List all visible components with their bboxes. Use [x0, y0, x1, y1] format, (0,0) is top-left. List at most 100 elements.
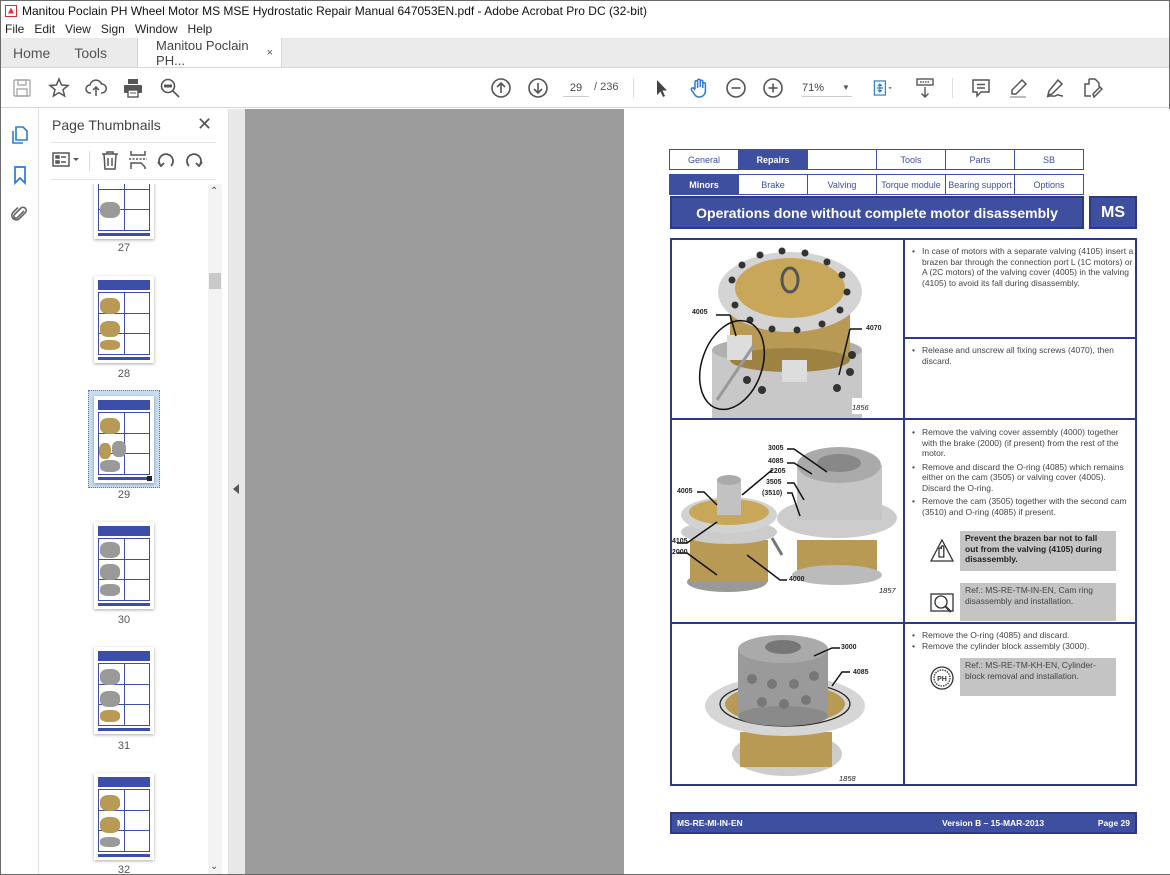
toolbar-divider — [633, 78, 634, 98]
menu-view[interactable]: View — [65, 22, 91, 36]
figure-1857: 3005 4085 2205 3505 (3510) 4005 4105 200… — [672, 420, 903, 622]
sign-icon[interactable] — [1043, 76, 1067, 100]
prev-page-icon[interactable] — [489, 76, 513, 100]
attachments-icon[interactable] — [10, 204, 30, 224]
page-total: / 236 — [594, 81, 619, 93]
nav-general[interactable]: General — [669, 149, 739, 170]
thumbnail-list: 27 28 29 30 31 32 — [39, 184, 207, 874]
page-thumbnails-icon[interactable] — [10, 125, 30, 145]
thumbnail-page-number: 27 — [117, 242, 131, 254]
close-panel-icon[interactable]: ✕ — [197, 114, 212, 135]
nav-valving[interactable]: Valving — [807, 174, 877, 195]
thumbnail-page-28[interactable] — [94, 276, 154, 363]
zoom-out-icon[interactable] — [724, 76, 748, 100]
view-area-marker[interactable] — [147, 476, 152, 481]
find-icon[interactable] — [158, 76, 182, 100]
thumbnail-page-27[interactable] — [94, 184, 154, 239]
panel-title: Page Thumbnails — [52, 117, 161, 133]
nav-row-sections: General Repairs Tools Parts SB — [669, 149, 1084, 170]
callout-label: (3510) — [762, 490, 783, 497]
thumbnail-scrollbar[interactable]: ⌃ ⌄ — [208, 184, 222, 874]
fit-page-icon[interactable] — [868, 76, 898, 100]
panel-collapse-splitter[interactable] — [229, 109, 245, 874]
menu-file[interactable]: File — [5, 22, 24, 36]
thumbnail-options-icon[interactable] — [51, 149, 83, 171]
nav-torque-module[interactable]: Torque module — [876, 174, 946, 195]
menu-window[interactable]: Window — [135, 22, 178, 36]
panel-divider — [51, 142, 216, 143]
footer-doc-code: MS-RE-MI-IN-EN — [677, 818, 743, 828]
warning-hand-icon — [929, 538, 955, 564]
figure-id: 1856 — [852, 403, 869, 412]
nav-options[interactable]: Options — [1014, 174, 1084, 195]
highlight-icon[interactable] — [1006, 76, 1030, 100]
tab-bar: Home Tools Manitou Poclain PH... × — [1, 38, 1169, 68]
acrobat-app-icon — [5, 4, 17, 17]
callout-label: 3000 — [841, 644, 857, 651]
nav-bearing-support[interactable]: Bearing support — [945, 174, 1015, 195]
window-title: Manitou Poclain PH Wheel Motor MS MSE Hy… — [22, 3, 647, 18]
model-badge: MS — [1089, 196, 1137, 229]
thumbnail-page-number: 30 — [117, 614, 131, 626]
rotate-left-icon[interactable] — [155, 149, 177, 171]
select-cursor-icon[interactable] — [650, 76, 674, 100]
nav-repairs[interactable]: Repairs — [738, 149, 808, 170]
thumbnail-page-31[interactable] — [94, 647, 154, 734]
nav-sb[interactable]: SB — [1014, 149, 1084, 170]
section-banner: Operations done without complete motor d… — [670, 196, 1084, 229]
zoom-level-dropdown[interactable]: 71% ▼ — [802, 79, 852, 97]
nav-tools[interactable]: Tools — [876, 149, 946, 170]
collapse-panel-icon[interactable] — [233, 484, 239, 494]
pdf-page: General Repairs Tools Parts SB Minors Br… — [624, 109, 1170, 874]
thumbnail-page-number: 32 — [117, 864, 131, 874]
panel-divider — [51, 179, 216, 180]
hand-tool-icon[interactable] — [687, 76, 711, 100]
callout-label: 4000 — [789, 576, 805, 583]
scroll-mode-icon[interactable] — [913, 76, 937, 100]
comment-icon[interactable] — [969, 76, 993, 100]
acrobat-window: Manitou Poclain PH Wheel Motor MS MSE Hy… — [0, 0, 1170, 875]
bookmark-star-icon[interactable] — [47, 76, 71, 100]
zoom-level-value: 71% — [802, 81, 825, 94]
scroll-down-icon[interactable]: ⌄ — [210, 861, 218, 872]
delete-page-icon[interactable] — [99, 149, 121, 171]
insert-page-icon[interactable] — [127, 149, 149, 171]
thumbnail-page-32[interactable] — [94, 773, 154, 860]
page-number-input[interactable] — [563, 79, 589, 97]
thumbnail-page-number: 29 — [117, 489, 131, 501]
thumbnail-page-29[interactable] — [94, 396, 154, 483]
nav-parts[interactable]: Parts — [945, 149, 1015, 170]
step-text: Release and unscrew all fixing screws (4… — [912, 345, 1134, 369]
print-icon[interactable] — [121, 76, 145, 100]
thumbnail-page-number: 31 — [117, 740, 131, 752]
nav-brake[interactable]: Brake — [738, 174, 808, 195]
menu-help[interactable]: Help — [188, 22, 213, 36]
tab-home[interactable]: Home — [1, 38, 62, 67]
zoom-in-icon[interactable] — [761, 76, 785, 100]
menu-bar: File Edit View Sign Window Help — [1, 20, 1169, 38]
reference-stamp-icon: PH — [929, 665, 955, 691]
scrollbar-handle[interactable] — [209, 273, 221, 289]
figure-id: 1858 — [839, 774, 856, 783]
callout-label: 4085 — [768, 458, 784, 465]
close-tab-icon[interactable]: × — [267, 47, 273, 59]
save-icon[interactable] — [10, 76, 34, 100]
menu-sign[interactable]: Sign — [101, 22, 125, 36]
nav-minors[interactable]: Minors — [669, 174, 739, 195]
toolbar-divider — [952, 78, 953, 98]
thumbnail-page-30[interactable] — [94, 522, 154, 609]
workspace: Page Thumbnails ✕ 27 28 29 30 31 32 ⌃ ⌄ … — [1, 109, 1170, 874]
callout-label: 2000 — [672, 549, 688, 556]
tab-tools[interactable]: Tools — [62, 38, 119, 67]
step-text: Remove the valving cover assembly (4000)… — [912, 427, 1136, 520]
share-icon[interactable] — [1080, 76, 1104, 100]
nav-empty — [807, 149, 877, 170]
callout-label: 4005 — [692, 309, 708, 316]
cloud-upload-icon[interactable] — [84, 76, 108, 100]
next-page-icon[interactable] — [526, 76, 550, 100]
tab-document[interactable]: Manitou Poclain PH... × — [137, 38, 283, 68]
menu-edit[interactable]: Edit — [34, 22, 55, 36]
rotate-right-icon[interactable] — [183, 149, 205, 171]
bookmarks-icon[interactable] — [10, 165, 30, 186]
scroll-up-icon[interactable]: ⌃ — [210, 186, 218, 197]
